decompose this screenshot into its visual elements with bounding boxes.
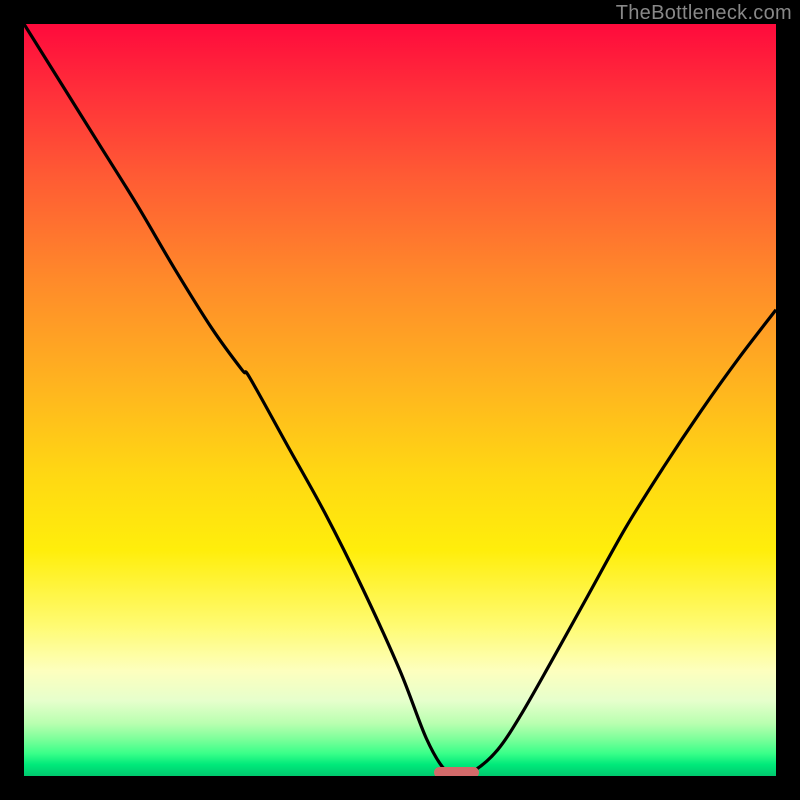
chart-frame: TheBottleneck.com: [0, 0, 800, 800]
optimal-point-marker: [434, 767, 479, 776]
plot-area: [24, 24, 776, 776]
bottleneck-curve: [24, 24, 776, 774]
watermark-text: TheBottleneck.com: [616, 2, 792, 25]
curve-svg: [24, 24, 776, 776]
